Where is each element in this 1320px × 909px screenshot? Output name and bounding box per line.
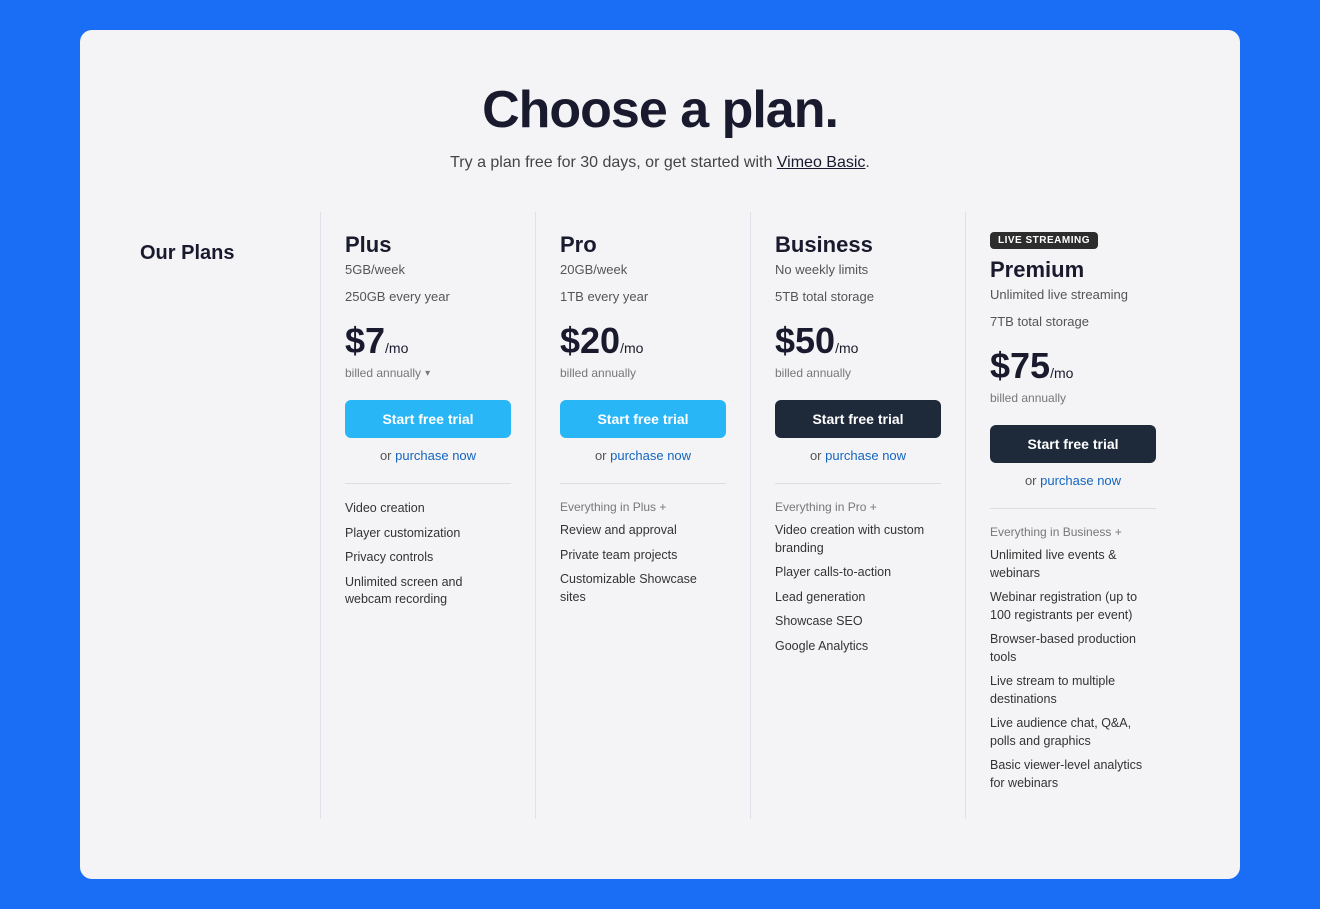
billing-label-plus: billed annually ▾ [345,366,511,380]
feature-item: Webinar registration (up to 100 registra… [990,589,1156,624]
features-header-pro: Everything in Plus + [560,500,726,514]
feature-item: Showcase SEO [775,613,941,631]
purchase-link-plus[interactable]: purchase now [395,448,476,463]
purchase-link-premium[interactable]: purchase now [1040,473,1121,488]
purchase-line-premium: or purchase now [990,473,1156,488]
plan-name-plus: Plus [345,232,511,258]
purchase-link-business[interactable]: purchase now [825,448,906,463]
feature-item: Private team projects [560,547,726,565]
pricing-card: Choose a plan. Try a plan free for 30 da… [80,30,1240,879]
features-header-premium: Everything in Business + [990,525,1156,539]
plan-storage-week-business: No weekly limits [775,262,941,277]
plan-storage-year-business: 5TB total storage [775,289,941,304]
billing-label-pro: billed annually [560,366,726,380]
purchase-line-business: or purchase now [775,448,941,463]
start-trial-btn-premium[interactable]: Start free trial [990,425,1156,463]
plan-storage-year-premium: 7TB total storage [990,314,1156,329]
plan-name-pro: Pro [560,232,726,258]
feature-item: Review and approval [560,522,726,540]
plan-badge-premium: LIVE STREAMING [990,232,1098,249]
plan-storage-week-premium: Unlimited live streaming [990,287,1156,302]
feature-item: Basic viewer-level analytics for webinar… [990,757,1156,792]
feature-item: Browser-based production tools [990,631,1156,666]
feature-item: Player calls-to-action [775,564,941,582]
plan-name-business: Business [775,232,941,258]
purchase-link-pro[interactable]: purchase now [610,448,691,463]
purchase-line-plus: or purchase now [345,448,511,463]
feature-item: Video creation with custom branding [775,522,941,557]
feature-item: Customizable Showcase sites [560,571,726,606]
feature-item: Unlimited live events & webinars [990,547,1156,582]
features-header-business: Everything in Pro + [775,500,941,514]
plan-price-pro: $20/mo [560,320,726,362]
plan-storage-year-plus: 250GB every year [345,289,511,304]
plan-col-pro: Pro 20GB/week 1TB every year $20/mo bill… [535,212,750,819]
feature-item: Privacy controls [345,549,511,567]
billing-label-premium: billed annually [990,391,1156,405]
start-trial-btn-business[interactable]: Start free trial [775,400,941,438]
feature-item: Lead generation [775,589,941,607]
feature-item: Live stream to multiple destinations [990,673,1156,708]
feature-item: Video creation [345,500,511,518]
start-trial-btn-plus[interactable]: Start free trial [345,400,511,438]
page-title: Choose a plan. [140,80,1180,140]
plan-price-business: $50/mo [775,320,941,362]
page-header: Choose a plan. Try a plan free for 30 da… [140,80,1180,172]
billing-label-business: billed annually [775,366,941,380]
divider-business [775,483,941,484]
plan-storage-week-plus: 5GB/week [345,262,511,277]
billing-dropdown-arrow[interactable]: ▾ [425,368,430,379]
feature-item: Live audience chat, Q&A, polls and graph… [990,715,1156,750]
feature-item: Player customization [345,525,511,543]
our-plans-label: Our Plans [140,212,320,819]
feature-item: Google Analytics [775,638,941,656]
plan-name-premium: Premium [990,257,1156,283]
plan-col-premium: LIVE STREAMING Premium Unlimited live st… [965,212,1180,819]
subtitle: Try a plan free for 30 days, or get star… [140,154,1180,172]
plans-grid: Our Plans Plus 5GB/week 250GB every year… [140,212,1180,819]
plan-storage-year-pro: 1TB every year [560,289,726,304]
divider-pro [560,483,726,484]
vimeo-basic-link[interactable]: Vimeo Basic [777,154,866,171]
purchase-line-pro: or purchase now [560,448,726,463]
plan-price-plus: $7/mo [345,320,511,362]
plan-price-premium: $75/mo [990,345,1156,387]
start-trial-btn-pro[interactable]: Start free trial [560,400,726,438]
divider-premium [990,508,1156,509]
plan-col-business: Business No weekly limits 5TB total stor… [750,212,965,819]
feature-item: Unlimited screen and webcam recording [345,574,511,609]
plan-storage-week-pro: 20GB/week [560,262,726,277]
plan-col-plus: Plus 5GB/week 250GB every year $7/mo bil… [320,212,535,819]
divider-plus [345,483,511,484]
